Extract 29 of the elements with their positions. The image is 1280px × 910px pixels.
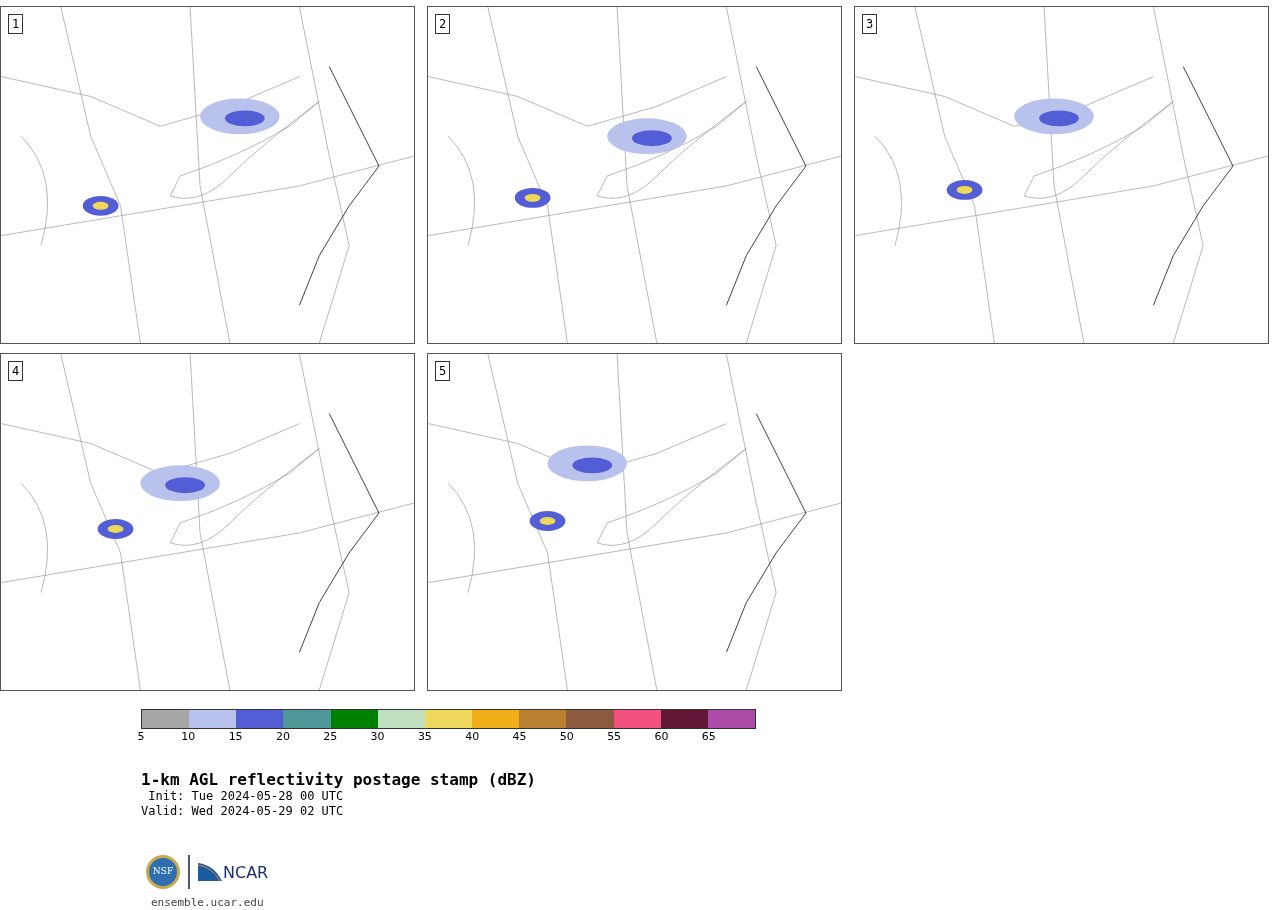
colorbar-tick-label: 10 [181, 731, 196, 743]
panel-number: 5 [435, 361, 451, 381]
colorbar-tick-label: 50 [559, 731, 574, 743]
colorbar-tick-label: 60 [654, 731, 669, 743]
colorbar-tick-label: 55 [607, 731, 622, 743]
colorbar-tick-label: 15 [228, 731, 243, 743]
colorbar-tick-label: 40 [465, 731, 480, 743]
init-time: Init: Tue 2024-05-28 00 UTC [147, 789, 345, 804]
panel-number: 4 [8, 361, 24, 381]
colorbar-tick-label: 45 [512, 731, 527, 743]
radar-echo-drawing [97, 519, 134, 539]
valid-time: Valid: Wed 2024-05-29 02 UTC [141, 804, 345, 819]
radar-echo-drawing [946, 179, 983, 200]
panel-number: 1 [8, 14, 24, 34]
colorbar-tick-label: 35 [417, 731, 432, 743]
colorbar-tick-label: 65 [701, 731, 716, 743]
colorbar-tick-label: 5 [137, 731, 145, 743]
website-url: ensemble.ucar.edu [151, 895, 265, 910]
radar-echo-drawing [82, 195, 119, 216]
figure-title: 1-km AGL reflectivity postage stamp (dBZ) [141, 771, 537, 789]
ncar-logo: NCAR [198, 863, 269, 881]
panel-number: 3 [862, 14, 878, 34]
panel-number: 2 [435, 14, 451, 34]
radar-echo-drawing [529, 511, 566, 531]
radar-echo-drawing [514, 187, 551, 208]
colorbar-tick-label: 20 [275, 731, 290, 743]
colorbar-tick-label: 25 [323, 731, 338, 743]
nsf-logo: NSF [146, 855, 180, 889]
colorbar-tick-label: 30 [370, 731, 385, 743]
